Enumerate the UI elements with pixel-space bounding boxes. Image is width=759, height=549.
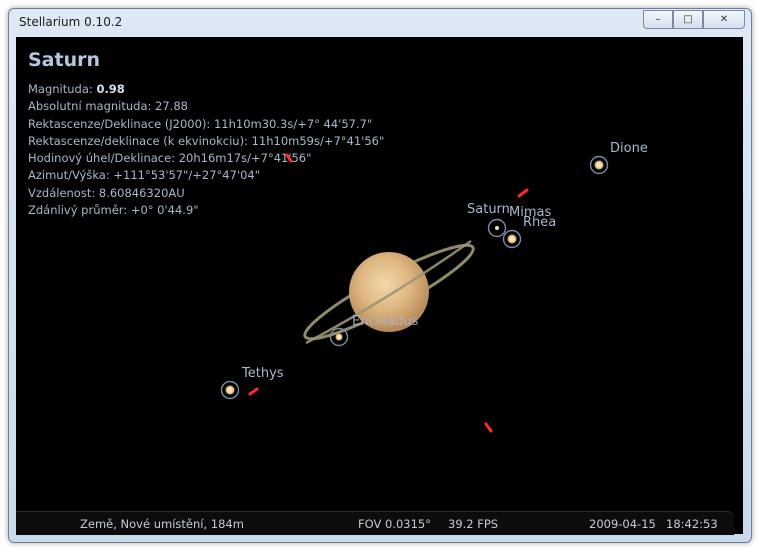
moon-dione[interactable]: [589, 155, 609, 175]
label-saturn: Saturn: [467, 202, 510, 217]
close-button[interactable]: ✕: [703, 10, 745, 29]
magnitude-line: Magnituda: 0.98: [28, 81, 384, 98]
label-dione: Dione: [610, 141, 648, 156]
label-enceladus: Enceladus: [352, 314, 419, 329]
magnitude-label: Magnituda:: [28, 82, 97, 96]
info-line: Vzdálenost: 8.60846320AU: [28, 185, 185, 200]
label-tethys: Tethys: [242, 366, 284, 381]
window-controls: – □ ✕: [643, 10, 745, 29]
info-line: Azimut/Výška: +111°53'57"/+27°47'04": [28, 168, 261, 183]
info-line: Absolutní magnituda: 27.88: [28, 99, 188, 114]
moon-rhea[interactable]: [502, 229, 522, 249]
window-title: Stellarium 0.10.2: [19, 15, 123, 29]
sky-view[interactable]: Dione Saturn Mimas Rhea Enceladus Tethys…: [16, 37, 743, 534]
fps-status: 39.2 FPS: [448, 517, 499, 531]
magnitude-value: 0.98: [96, 82, 125, 96]
moon-tethys[interactable]: [220, 380, 240, 400]
info-line: Hodinový úhel/Deklinace: 20h16m17s/+7°41…: [28, 151, 312, 166]
object-info-panel: Saturn Magnituda: 0.98 Absolutní magnitu…: [28, 49, 384, 219]
label-rhea: Rhea: [523, 215, 557, 230]
location-status: Země, Nové umístění, 184m: [80, 517, 244, 531]
maximize-button[interactable]: □: [673, 10, 703, 29]
info-line: Rektascenze/deklinace (k ekvinokciu): 11…: [28, 133, 385, 148]
minimize-button[interactable]: –: [643, 10, 673, 29]
saturn-marker[interactable]: [487, 218, 507, 238]
info-line: Rektascenze/Deklinace (J2000): 11h10m30.…: [28, 116, 373, 131]
info-line: Zdánlivý průměr: +0° 0'44.9": [28, 203, 199, 218]
fov-status: FOV 0.0315°: [358, 517, 431, 531]
title-bar[interactable]: Stellarium 0.10.2 – □ ✕: [9, 9, 751, 37]
status-bar[interactable]: Země, Nové umístění, 184m FOV 0.0315° 39…: [16, 511, 734, 535]
time-status: 18:42:53: [666, 517, 718, 531]
date-status: 2009-04-15: [589, 517, 656, 531]
app-window: Stellarium 0.10.2 – □ ✕ Dione Saturn Mim…: [8, 8, 752, 543]
object-name: Saturn: [28, 49, 101, 71]
